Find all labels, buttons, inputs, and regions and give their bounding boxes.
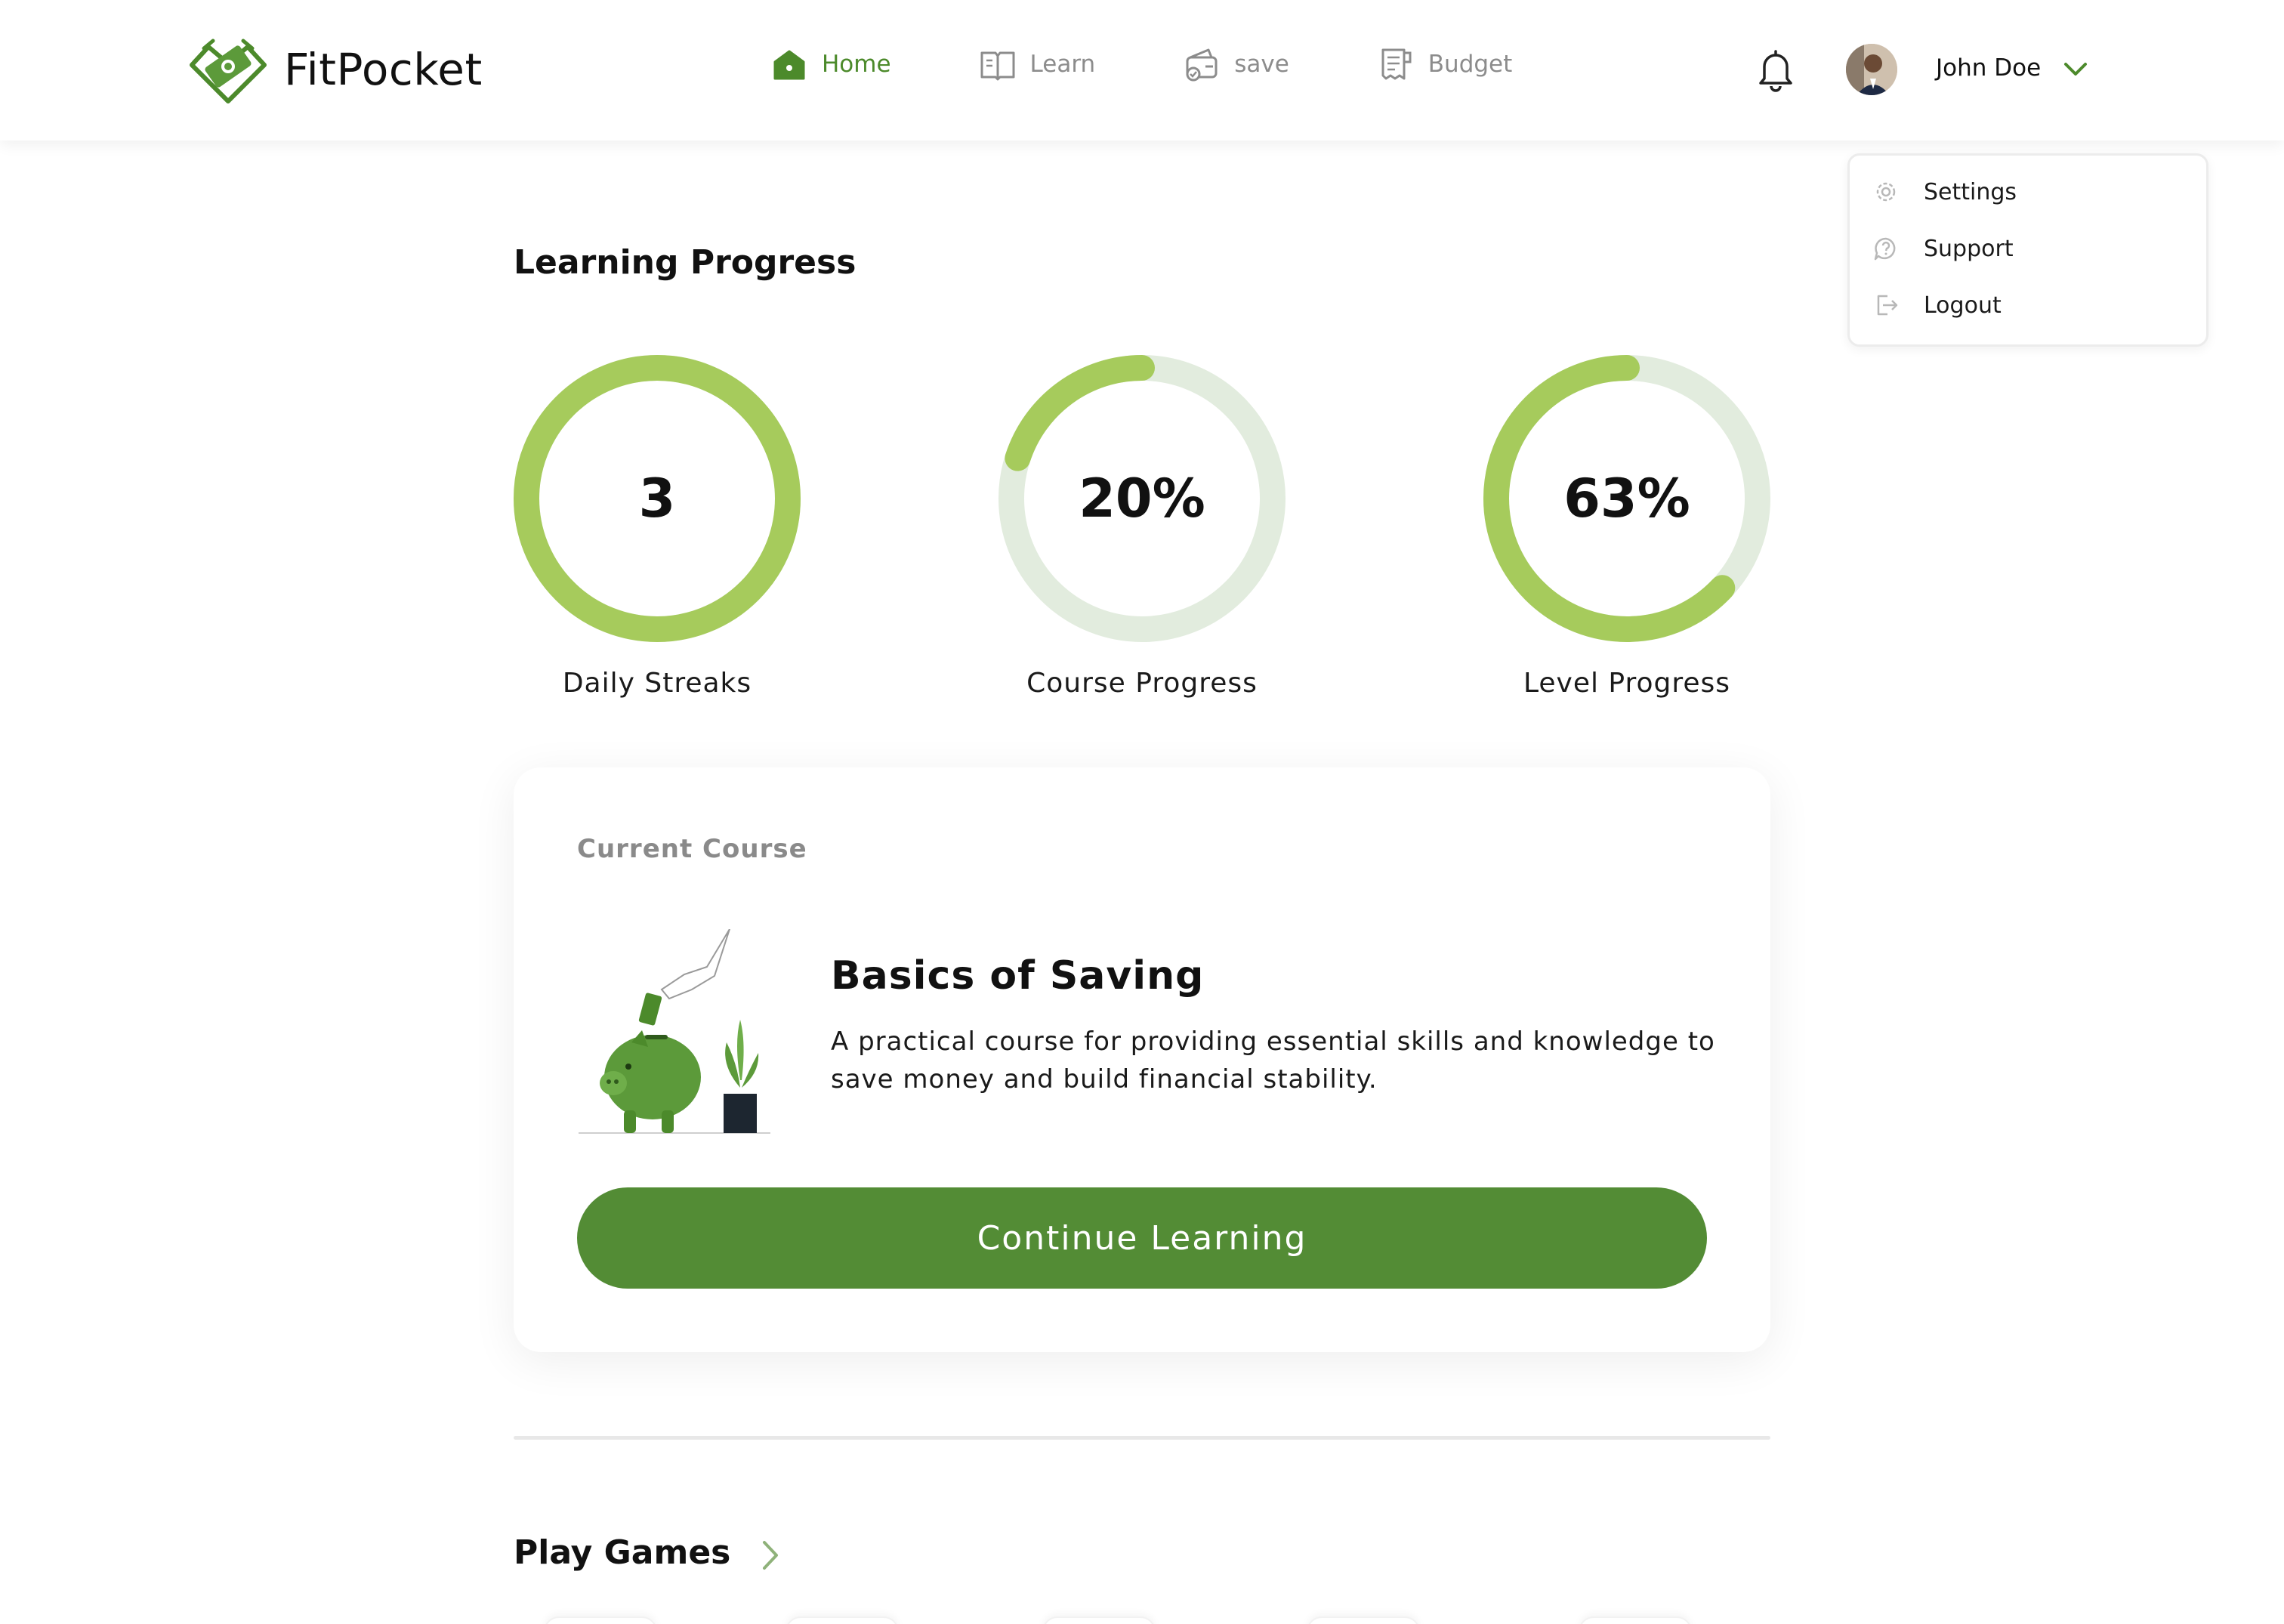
- main-nav: Home Learn save Budget: [770, 45, 1600, 83]
- menu-item-support[interactable]: Support: [1872, 235, 2014, 262]
- logo[interactable]: FitPocket: [187, 33, 483, 106]
- nav-learn-label: Learn: [1029, 51, 1096, 78]
- nav-save-label: save: [1234, 51, 1289, 78]
- game-card[interactable]: [1307, 1616, 1420, 1624]
- nav-home[interactable]: Home: [770, 45, 891, 83]
- user-avatar-icon: [1846, 44, 1897, 95]
- nav-home-label: Home: [822, 51, 891, 78]
- menu-item-support-label: Support: [1924, 235, 2014, 262]
- nav-budget-label: Budget: [1428, 51, 1513, 78]
- course-description: A practical course for providing essenti…: [831, 1027, 1715, 1095]
- gear-icon: [1876, 182, 1896, 202]
- game-card[interactable]: [1579, 1616, 1692, 1624]
- help-icon: [1874, 237, 1896, 261]
- course-progress-value: 20%: [1079, 468, 1205, 529]
- level-progress-ring: 63%: [1483, 355, 1770, 642]
- receipt-icon: [1381, 48, 1412, 80]
- chevron-down-icon[interactable]: [2062, 57, 2089, 80]
- game-card[interactable]: [544, 1616, 657, 1624]
- nav-budget[interactable]: Budget: [1377, 45, 1513, 83]
- chevron-right-icon[interactable]: [758, 1538, 782, 1573]
- home-icon: [773, 50, 805, 80]
- bell-icon[interactable]: [1755, 48, 1796, 92]
- wallet-icon: [1186, 48, 1218, 82]
- nav-save[interactable]: save: [1183, 45, 1289, 83]
- play-games-title[interactable]: Play Games: [514, 1533, 730, 1572]
- fitpocket-logo-icon: [190, 39, 267, 103]
- daily-streaks-label: Daily Streaks: [562, 668, 752, 699]
- course-progress-label: Course Progress: [1026, 668, 1258, 699]
- user-name[interactable]: John Doe: [1936, 54, 2041, 82]
- current-course-heading: Current Course: [577, 834, 807, 864]
- nav-learn[interactable]: Learn: [979, 45, 1096, 83]
- top-navbar: FitPocket Home Learn save Budget John Do…: [0, 0, 2284, 140]
- learning-progress-title: Learning Progress: [514, 243, 857, 282]
- book-icon: [980, 51, 1015, 81]
- menu-item-logout[interactable]: Logout: [1872, 292, 2002, 319]
- logout-icon: [1877, 295, 1898, 316]
- daily-streaks-ring: 3: [514, 355, 801, 642]
- daily-streaks-value: 3: [638, 468, 676, 529]
- app-name: FitPocket: [284, 44, 483, 95]
- continue-learning-button[interactable]: Continue Learning: [577, 1187, 1707, 1289]
- user-dropdown-menu: Settings Support Logout: [1847, 153, 2208, 347]
- menu-item-settings-label: Settings: [1924, 178, 2017, 205]
- course-progress-ring: 20%: [998, 355, 1286, 642]
- game-card[interactable]: [786, 1616, 899, 1624]
- course-title: Basics of Saving: [831, 953, 1205, 999]
- game-card[interactable]: [1042, 1616, 1156, 1624]
- current-course-card: Current Course Basics of Saving A practi…: [514, 767, 1770, 1352]
- level-progress-label: Level Progress: [1523, 668, 1731, 699]
- avatar[interactable]: [1846, 44, 1897, 95]
- level-progress-value: 63%: [1563, 468, 1690, 529]
- section-divider: [514, 1436, 1770, 1440]
- menu-item-settings[interactable]: Settings: [1872, 178, 2017, 205]
- piggy-bank-illustration: [579, 929, 770, 1134]
- menu-item-logout-label: Logout: [1924, 292, 2002, 319]
